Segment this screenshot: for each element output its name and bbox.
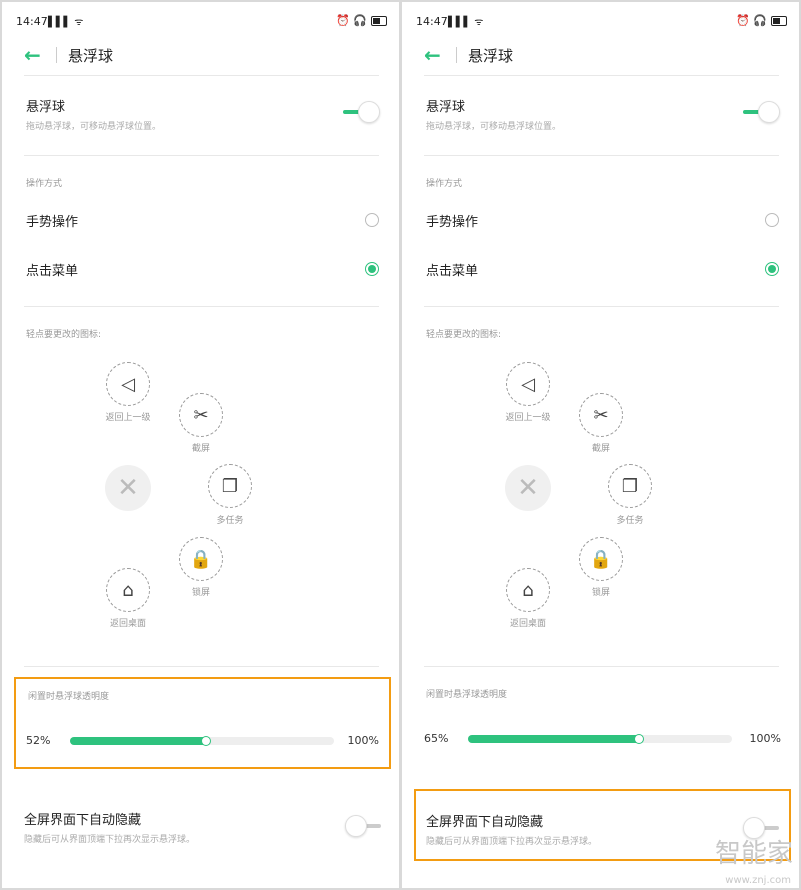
multitask-icon[interactable]: ❐ <box>208 464 252 508</box>
auto-hide-title: 全屏界面下自动隐藏 <box>24 813 142 828</box>
opacity-slider[interactable] <box>70 736 334 746</box>
divider <box>24 306 379 307</box>
auto-hide-subtitle: 隐藏后可从界面顶端下拉再次显示悬浮球。 <box>426 837 598 847</box>
opacity-slider-knob[interactable] <box>633 734 644 744</box>
gesture-radio[interactable] <box>365 213 379 227</box>
opacity-section: 闲置时悬浮球透明度 65% 100% <box>414 677 791 769</box>
status-time: 14:47 <box>16 15 48 28</box>
status-time: 14:47 <box>416 15 448 28</box>
auto-hide-subtitle: 隐藏后可从界面顶端下拉再次显示悬浮球。 <box>24 835 196 845</box>
watermark-brand: 智能家 <box>714 839 793 869</box>
home-icon[interactable]: ⌂ <box>106 568 150 612</box>
back-arrow-icon[interactable]: ← <box>24 42 50 68</box>
menu-radio[interactable] <box>765 262 779 276</box>
battery-icon <box>771 15 787 26</box>
opacity-max: 100% <box>749 732 781 745</box>
mode-option-gesture-label[interactable]: 手势操作 <box>426 211 478 230</box>
home-icon[interactable]: ⌂ <box>506 568 550 612</box>
back-label: 返回上一级 <box>105 413 151 423</box>
back-label: 返回上一级 <box>505 413 551 423</box>
mode-section-label: 操作方式 <box>26 179 63 189</box>
back-triangle-icon[interactable]: ◁ <box>506 362 550 406</box>
watermark-url: www.znj.com <box>725 875 791 886</box>
auto-hide-section: 全屏界面下自动隐藏 隐藏后可从界面顶端下拉再次显示悬浮球。 <box>14 789 391 861</box>
divider <box>24 75 379 76</box>
gesture-radio[interactable] <box>765 213 779 227</box>
screenshot-label: 截屏 <box>591 444 610 454</box>
close-icon[interactable]: ✕ <box>105 465 151 511</box>
multitask-label: 多任务 <box>616 516 644 526</box>
opacity-section: 闲置时悬浮球透明度 52% 100% <box>14 677 391 769</box>
multitask-label: 多任务 <box>216 516 244 526</box>
divider <box>424 666 779 667</box>
back-triangle-icon[interactable]: ◁ <box>106 362 150 406</box>
page-title: 悬浮球 <box>68 47 114 65</box>
opacity-max: 100% <box>347 734 379 747</box>
alarm-headphone-icons: ⏰ 🎧 <box>736 14 767 27</box>
signal-icon: ▌▌▌ ᯤ <box>48 17 84 28</box>
icons-section-label: 轻点要更改的图标: <box>26 330 102 340</box>
lock-label: 锁屏 <box>591 588 610 598</box>
mode-section-label: 操作方式 <box>426 179 463 189</box>
title-divider <box>456 47 457 63</box>
menu-radio[interactable] <box>365 262 379 276</box>
opacity-value: 65% <box>424 732 449 745</box>
opacity-slider-fill <box>468 735 640 743</box>
status-icons: ⏰ 🎧 <box>336 14 387 27</box>
home-label: 返回桌面 <box>509 619 546 629</box>
lock-label: 锁屏 <box>191 588 210 598</box>
divider <box>424 75 779 76</box>
home-label: 返回桌面 <box>109 619 146 629</box>
opacity-value: 52% <box>26 734 51 747</box>
opacity-label: 闲置时悬浮球透明度 <box>28 692 110 702</box>
float-ball-toggle[interactable] <box>743 101 780 123</box>
phone-screen-left: 14:47 ▌▌▌ ᯤ ⏰ 🎧 ← 悬浮球 悬浮球 拖动悬浮球，可移动悬浮球位置… <box>2 2 399 888</box>
lock-icon[interactable]: 🔒 <box>579 537 623 581</box>
float-ball-title: 悬浮球 <box>26 100 66 115</box>
phone-screen-right: 14:47 ▌▌▌ ᯤ ⏰ 🎧 ← 悬浮球 悬浮球 拖动悬浮球，可移动悬浮球位置… <box>402 2 799 888</box>
auto-hide-title: 全屏界面下自动隐藏 <box>426 815 544 830</box>
auto-hide-toggle[interactable] <box>345 815 381 837</box>
page-title: 悬浮球 <box>468 47 514 65</box>
status-icons: ⏰ 🎧 <box>736 14 787 27</box>
lock-icon[interactable]: 🔒 <box>179 537 223 581</box>
screenshot-label: 截屏 <box>191 444 210 454</box>
opacity-slider[interactable] <box>468 734 732 744</box>
multitask-icon[interactable]: ❐ <box>608 464 652 508</box>
battery-icon <box>371 15 387 26</box>
divider <box>24 666 379 667</box>
close-icon[interactable]: ✕ <box>505 465 551 511</box>
divider <box>24 155 379 156</box>
float-ball-title: 悬浮球 <box>426 100 466 115</box>
signal-icon: ▌▌▌ ᯤ <box>448 17 484 28</box>
mode-option-gesture-label[interactable]: 手势操作 <box>26 211 78 230</box>
title-divider <box>56 47 57 63</box>
screenshot-icon[interactable]: ✂ <box>179 393 223 437</box>
float-ball-toggle[interactable] <box>343 101 380 123</box>
float-ball-subtitle: 拖动悬浮球，可移动悬浮球位置。 <box>26 122 162 132</box>
opacity-label: 闲置时悬浮球透明度 <box>426 690 508 700</box>
back-arrow-icon[interactable]: ← <box>424 42 450 68</box>
mode-option-menu-label[interactable]: 点击菜单 <box>426 260 478 279</box>
divider <box>424 306 779 307</box>
opacity-slider-knob[interactable] <box>201 736 212 746</box>
opacity-slider-fill <box>70 737 208 745</box>
float-ball-subtitle: 拖动悬浮球，可移动悬浮球位置。 <box>426 122 562 132</box>
screenshot-icon[interactable]: ✂ <box>579 393 623 437</box>
mode-option-menu-label[interactable]: 点击菜单 <box>26 260 78 279</box>
icons-section-label: 轻点要更改的图标: <box>426 330 502 340</box>
alarm-headphone-icons: ⏰ 🎧 <box>336 14 367 27</box>
divider <box>424 155 779 156</box>
